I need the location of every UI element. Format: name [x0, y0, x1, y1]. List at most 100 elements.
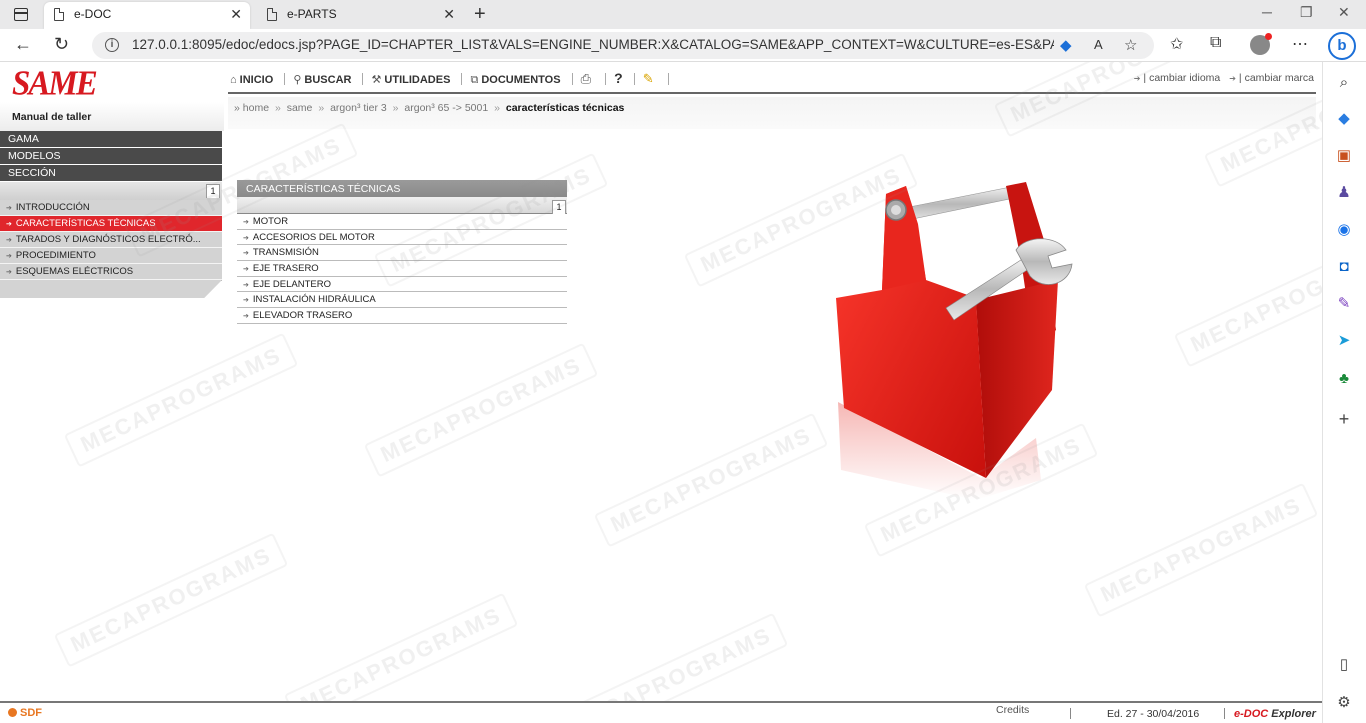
chapter-item-instalacion-hidraulica[interactable]: ➔ INSTALACIÓN HIDRÁULICA [237, 292, 567, 309]
chapter-item-transmision[interactable]: ➔ TRANSMISIÓN [237, 245, 567, 262]
breadcrumb-sep: » [392, 102, 399, 114]
tools-icon: ⚒ [371, 74, 382, 86]
sidebar-item-esquemas[interactable]: ➔ ESQUEMAS ELÉCTRICOS [0, 264, 222, 280]
sidebar-item-label: ESQUEMAS ELÉCTRICOS [15, 266, 134, 277]
section-gama[interactable]: GAMA [0, 131, 222, 148]
sdf-logo-icon [8, 708, 17, 717]
watermark: MECAPROGRAMS [1083, 482, 1319, 618]
divider [1224, 708, 1225, 719]
tab-edoc[interactable]: e-DOC ✕ [44, 2, 250, 29]
chapter-item-label: TRANSMISIÓN [252, 247, 319, 259]
microsoft-365-icon[interactable]: ◉ [1335, 221, 1353, 239]
more-menu-icon[interactable]: ⋯ [1292, 34, 1308, 54]
chapter-item-motor[interactable]: ➔ MOTOR [237, 214, 567, 230]
arrow-right-icon: ➔ [6, 253, 12, 260]
nav-utilidades[interactable]: ⚒ UTILIDADES [372, 73, 451, 86]
nav-label: DOCUMENTOS [481, 74, 561, 86]
page-number[interactable]: 1 [552, 200, 566, 214]
games-icon[interactable]: ♟ [1335, 184, 1353, 202]
sidebar-item-introduccion[interactable]: ➔ INTRODUCCIÓN [0, 200, 222, 216]
brand-explorer: Explorer [1268, 708, 1316, 720]
sidebar-item-tarados[interactable]: ➔ TARADOS Y DIAGNÓSTICOS ELECTRÓ... [0, 232, 222, 248]
arrow-right-icon: ➔ [243, 266, 249, 274]
home-icon: ⌂ [230, 74, 237, 86]
send-icon[interactable]: ➤ [1335, 332, 1353, 350]
page-number[interactable]: 1 [206, 184, 220, 198]
divider [362, 73, 364, 85]
minimize-icon[interactable]: ─ [1262, 4, 1272, 20]
close-window-icon[interactable]: ✕ [1338, 4, 1350, 21]
add-favorite-icon[interactable]: ☆ [1124, 36, 1137, 54]
chapter-item-eje-trasero[interactable]: ➔ EJE TRASERO [237, 261, 567, 277]
sidebar-settings-icon[interactable]: ⚙ [1335, 694, 1353, 712]
sidebar-item-label: CARACTERÍSTICAS TÉCNICAS [15, 218, 156, 229]
section-seccion[interactable]: SECCIÓN [0, 165, 222, 182]
nav-label: UTILIDADES [384, 74, 451, 86]
notes-button[interactable]: ✎ [643, 71, 657, 87]
manual-title: Manual de taller [0, 102, 224, 131]
site-info-icon[interactable]: i [105, 38, 119, 52]
shopping-icon[interactable]: ◆ [1335, 110, 1353, 128]
collections-icon[interactable]: ⧉ [1210, 34, 1221, 52]
edoc-app: SAME Manual de taller GAMA MODELOS SECCI… [0, 62, 1322, 701]
sidebar-pager: 1 [0, 182, 222, 200]
sidebar-item-caracteristicas[interactable]: ➔ CARACTERÍSTICAS TÉCNICAS [0, 216, 222, 232]
refresh-icon[interactable]: ↻ [54, 33, 69, 55]
breadcrumb-item-same[interactable]: same [287, 102, 313, 114]
close-tab-icon[interactable]: ✕ [230, 2, 242, 27]
chapter-item-accesorios[interactable]: ➔ ACCESORIOS DEL MOTOR [237, 230, 567, 246]
favorites-icon[interactable]: ✩ [1170, 34, 1183, 54]
section-modelos[interactable]: MODELOS [0, 148, 222, 165]
url-input[interactable]: 127.0.0.1:8095/edoc/edocs.jsp?PAGE_ID=CH… [132, 37, 1054, 52]
tab-actions-icon[interactable] [10, 5, 32, 25]
arrow-right-icon: ➔ [6, 221, 12, 228]
breadcrumb-item-argon-tier3[interactable]: argon³ tier 3 [330, 102, 387, 114]
status-bar: SDF Credits Ed. 27 - 30/04/2016 e-DOC Ex… [0, 701, 1322, 723]
close-tab-icon[interactable]: ✕ [443, 2, 455, 27]
watermark: MECAPROGRAMS [363, 342, 599, 478]
document-icon [267, 8, 277, 21]
divider [284, 73, 286, 85]
print-button[interactable]: ⎙ [581, 71, 594, 87]
shopping-tag-icon[interactable]: ◆ [1060, 36, 1072, 54]
read-aloud-icon[interactable]: A [1094, 37, 1103, 52]
url-box[interactable]: i 127.0.0.1:8095/edoc/edocs.jsp?PAGE_ID=… [92, 32, 1154, 59]
tab-title: e-DOC [74, 7, 112, 21]
chapter-item-elevador-trasero[interactable]: ➔ ELEVADOR TRASERO [237, 308, 567, 324]
cambiar-marca-link[interactable]: cambiar marca [1245, 72, 1314, 84]
designer-icon[interactable]: ✎ [1335, 295, 1353, 313]
breadcrumb-item-home[interactable]: home [243, 102, 269, 114]
new-tab-button[interactable]: + [474, 2, 486, 26]
nav-inicio[interactable]: ⌂ INICIO [230, 74, 273, 86]
chapter-item-label: EJE TRASERO [252, 263, 319, 275]
watermark: MECAPROGRAMS [593, 412, 829, 548]
search-icon: ⚲ [293, 74, 302, 86]
nav-documentos[interactable]: ⧉ DOCUMENTOS [470, 74, 560, 87]
back-icon[interactable]: ← [14, 33, 32, 55]
notes-icon: ✎ [642, 71, 654, 86]
chapter-item-eje-delantero[interactable]: ➔ EJE DELANTERO [237, 277, 567, 293]
document-icon [54, 8, 64, 21]
maximize-icon[interactable]: ❐ [1300, 4, 1313, 21]
tools-icon[interactable]: ▣ [1335, 147, 1353, 165]
breadcrumb-item-argon-65[interactable]: argon³ 65 -> 5001 [404, 102, 488, 114]
help-button[interactable]: ? [614, 70, 623, 86]
breadcrumb-current: características técnicas [505, 102, 625, 114]
arrow-right-icon: ➔ [1229, 74, 1236, 83]
print-icon: ⎙ [580, 71, 592, 86]
credits-link[interactable]: Credits [996, 704, 1029, 716]
nav-buscar[interactable]: ⚲ BUSCAR [293, 73, 351, 86]
arrow-right-icon: ➔ [243, 297, 249, 305]
sidebar-item-label: INTRODUCCIÓN [15, 202, 90, 213]
outlook-icon[interactable]: ◘ [1335, 258, 1353, 276]
copilot-icon[interactable]: b [1328, 32, 1356, 60]
cambiar-idioma-link[interactable]: cambiar idioma [1149, 72, 1220, 84]
chapter-title: CARACTERÍSTICAS TÉCNICAS [237, 180, 567, 197]
profile-avatar[interactable] [1250, 33, 1272, 55]
add-sidebar-app-icon[interactable]: + [1335, 410, 1353, 428]
hide-sidebar-icon[interactable]: ▯ [1335, 656, 1353, 674]
tab-eparts[interactable]: e-PARTS ✕ [257, 2, 463, 29]
tree-icon[interactable]: ♣ [1335, 370, 1353, 388]
search-icon[interactable]: ⌕ [1335, 74, 1353, 92]
sidebar-item-procedimiento[interactable]: ➔ PROCEDIMIENTO [0, 248, 222, 264]
